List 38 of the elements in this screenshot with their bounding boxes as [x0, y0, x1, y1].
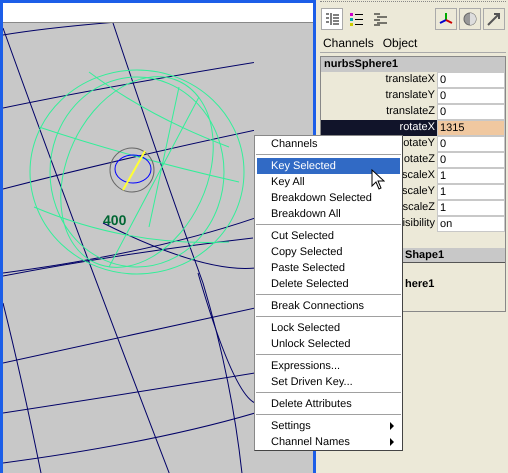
value-label: 400	[103, 211, 126, 230]
menu-item[interactable]: Object	[382, 34, 418, 52]
channel-value-field[interactable]: 0	[437, 152, 505, 168]
channel-value-field[interactable]: 1315	[437, 120, 505, 136]
channel-value-field[interactable]: on	[437, 216, 505, 232]
contrast-icon[interactable]	[459, 8, 481, 30]
menu-item[interactable]: Channel Names	[257, 434, 400, 450]
menu-item[interactable]: Breakdown All	[257, 206, 400, 222]
menu-item[interactable]: Expressions...	[257, 358, 400, 374]
cursor-icon	[371, 169, 385, 190]
menu-item[interactable]: Break Connections	[257, 298, 400, 314]
menu-item[interactable]: Key All	[257, 174, 400, 190]
menu-item[interactable]: Key Selected	[257, 158, 400, 174]
channel-value-field[interactable]: 0	[437, 104, 505, 120]
channel-name[interactable]: translateZ	[321, 104, 437, 120]
channel-value-field[interactable]: 1	[437, 168, 505, 184]
menu-item[interactable]: Paste Selected	[257, 260, 400, 276]
menu-item[interactable]: Channels	[257, 136, 400, 152]
menu-item[interactable]: Channels	[323, 34, 374, 52]
menu-item[interactable]: Unlock Selected	[257, 336, 400, 352]
channel-name[interactable]: translateX	[321, 72, 437, 88]
menu-item[interactable]: Cut Selected	[257, 228, 400, 244]
channel-name[interactable]: translateY	[321, 88, 437, 104]
menu-item[interactable]: Settings	[257, 418, 400, 434]
menu-item[interactable]: Delete Attributes	[257, 396, 400, 412]
menu-item[interactable]: Lock Selected	[257, 320, 400, 336]
channel-value-field[interactable]: 0	[437, 88, 505, 104]
channel-value-field[interactable]: 1	[437, 200, 505, 216]
list-icon[interactable]	[321, 8, 343, 30]
channel-value-field[interactable]: 0	[437, 136, 505, 152]
channel-value-field[interactable]: 0	[437, 72, 505, 88]
object-header[interactable]: nurbsSphere1	[321, 57, 505, 72]
channel-value-field[interactable]: 1	[437, 184, 505, 200]
menu-item[interactable]: Breakdown Selected	[257, 190, 400, 206]
channel-name[interactable]: rotateX	[321, 120, 437, 136]
axis-icon[interactable]	[435, 8, 457, 30]
menu-item[interactable]: Set Driven Key...	[257, 374, 400, 390]
menu-item[interactable]: Delete Selected	[257, 276, 400, 292]
